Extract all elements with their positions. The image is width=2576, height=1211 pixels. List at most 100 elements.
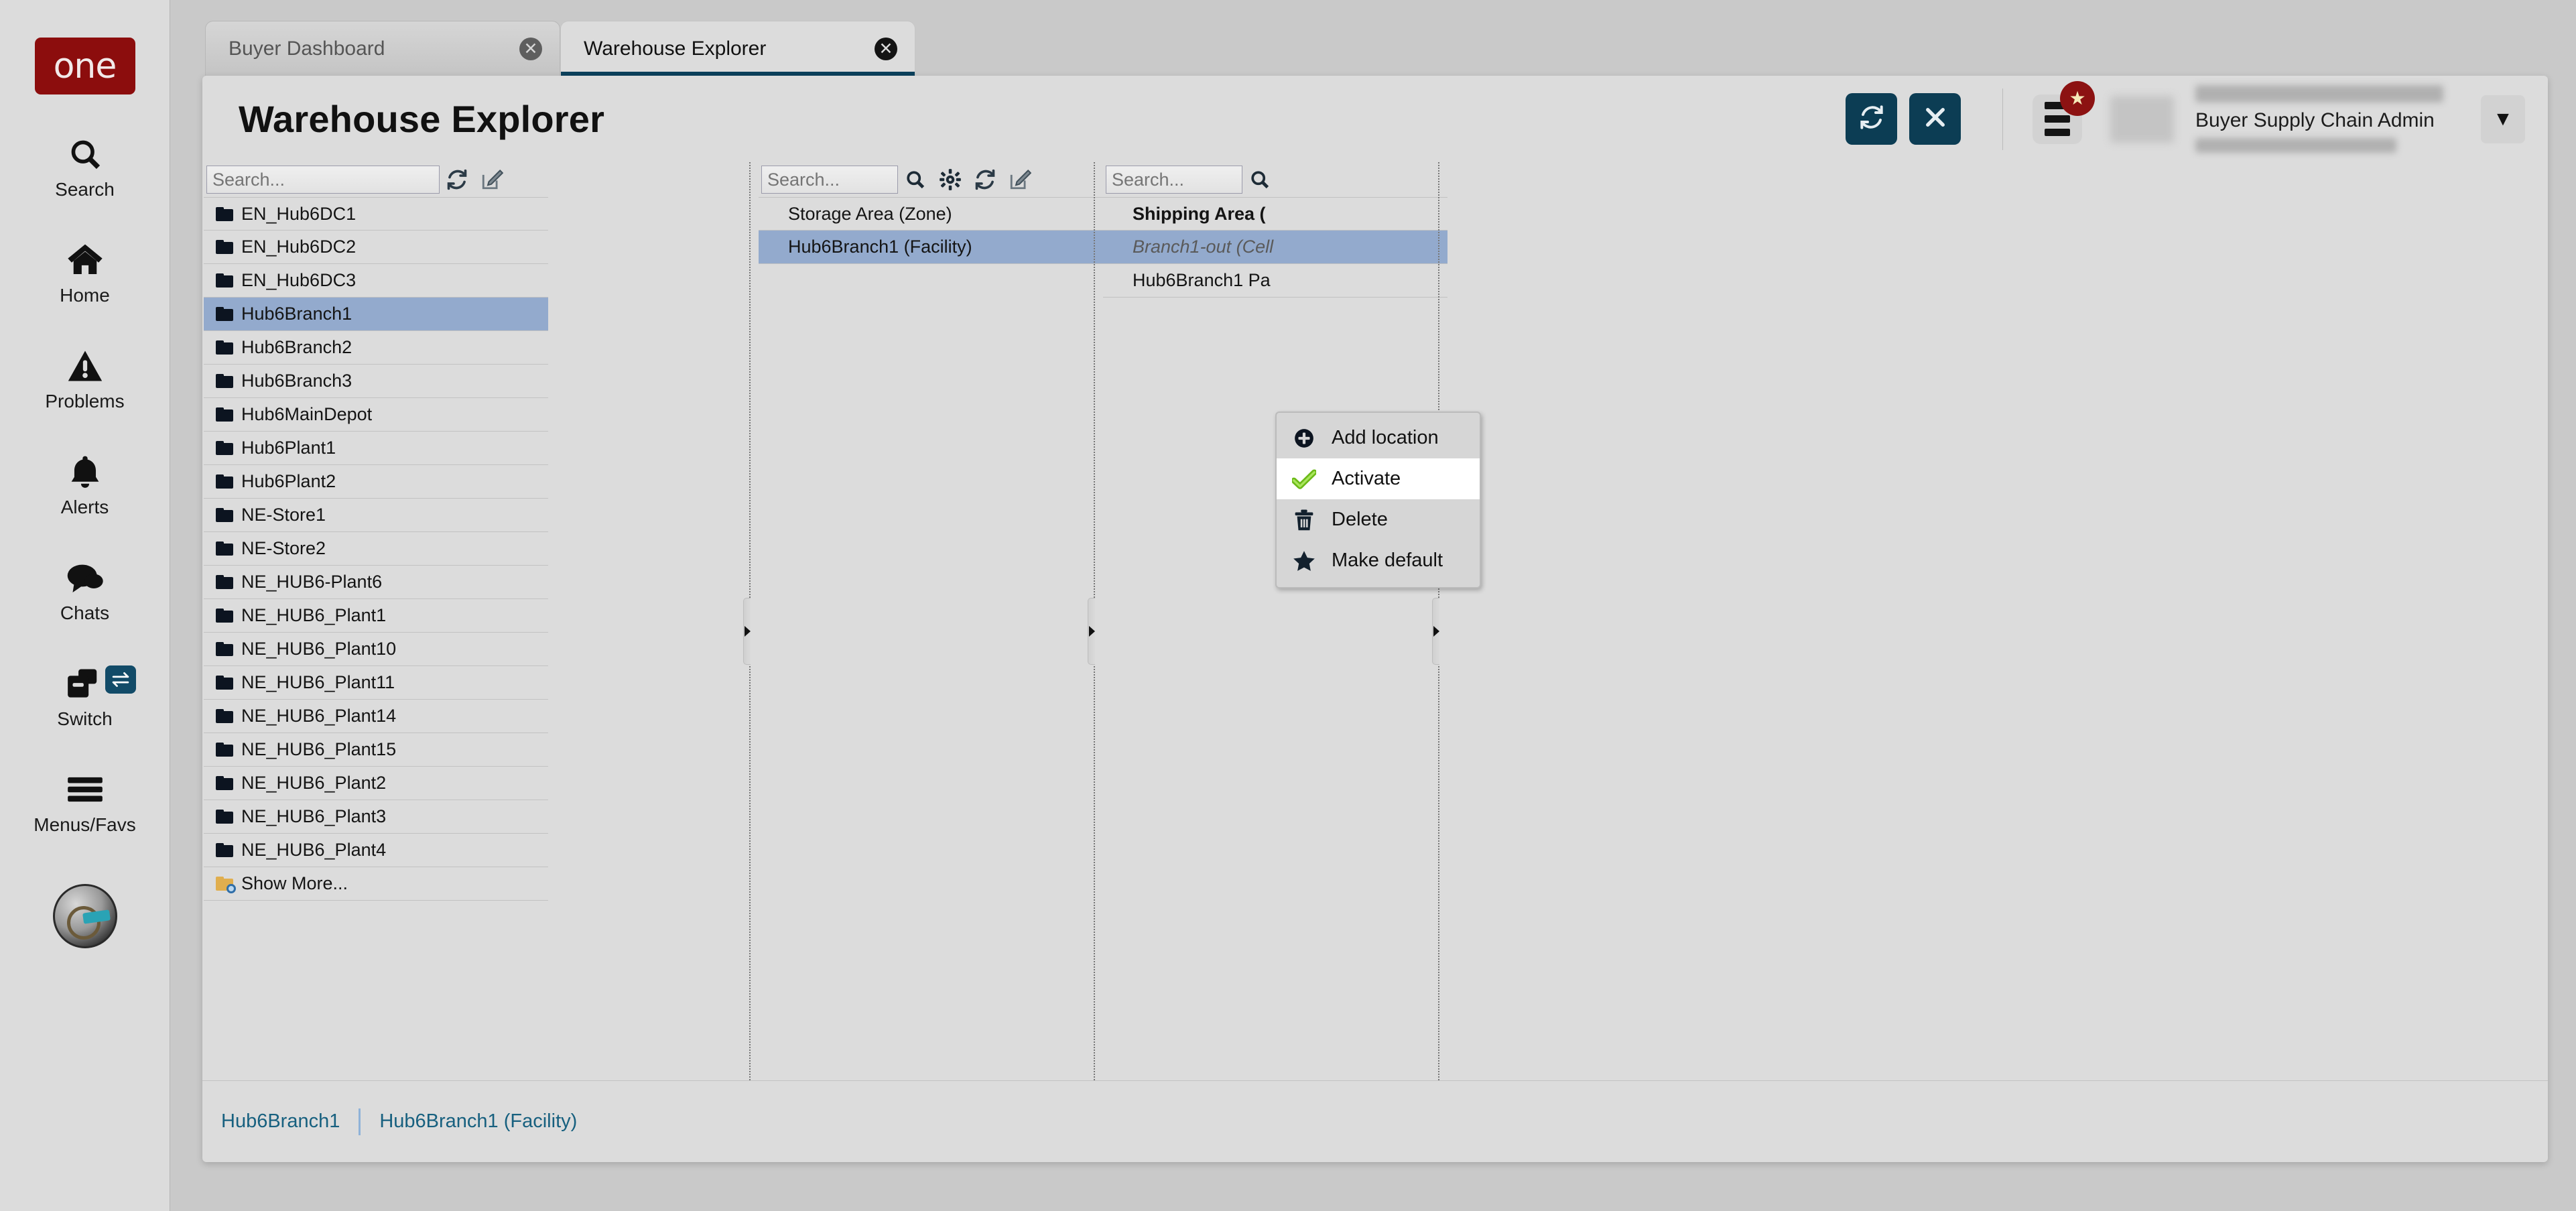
folder-icon: [216, 374, 233, 388]
page-header: Warehouse Explorer: [202, 76, 2548, 162]
context-menu-item-delete[interactable]: Delete: [1277, 499, 1480, 540]
edit-pencil-icon[interactable]: [474, 165, 509, 194]
breadcrumb-item[interactable]: Hub6Branch1: [221, 1110, 340, 1133]
warning-triangle-icon: [67, 345, 103, 387]
sidebar-item-label: Home: [60, 285, 110, 306]
user-menu-button[interactable]: ▼: [2481, 95, 2525, 143]
list-item[interactable]: NE_HUB6_Plant11: [204, 666, 548, 700]
splitter-1[interactable]: [749, 162, 758, 1080]
list-item[interactable]: EN_Hub6DC1: [204, 197, 548, 231]
list-item-label: Branch1-out (Cell: [1133, 237, 1273, 257]
brand-logo[interactable]: one: [35, 38, 135, 94]
sidebar-item-home[interactable]: Home: [0, 239, 170, 306]
search-icon[interactable]: [898, 165, 933, 194]
splitter-grip-icon[interactable]: [1432, 598, 1439, 665]
list-item[interactable]: Hub6MainDepot: [204, 398, 548, 432]
tab-buyer-dashboard[interactable]: Buyer Dashboard ✕: [205, 21, 560, 76]
list-item[interactable]: Hub6Branch1 Pa: [1103, 264, 1449, 298]
sidebar-item-problems[interactable]: Problems: [0, 345, 170, 412]
splitter-3[interactable]: [1438, 162, 1447, 1080]
column-toolbar: [1103, 162, 1449, 197]
home-icon: [66, 239, 104, 281]
list-item[interactable]: NE_HUB6-Plant6: [204, 566, 548, 599]
splitter-grip-icon[interactable]: [743, 598, 751, 665]
list-item[interactable]: NE_HUB6_Plant10: [204, 633, 548, 666]
swap-arrows-icon[interactable]: [105, 665, 136, 694]
breadcrumb-item[interactable]: Hub6Branch1 (Facility): [379, 1110, 577, 1133]
list-item-label: NE_HUB6_Plant10: [241, 639, 396, 659]
list-item[interactable]: Hub6Branch1 (Facility): [759, 231, 1104, 264]
gear-icon[interactable]: [933, 165, 968, 194]
sidebar-item-search[interactable]: Search: [0, 133, 170, 200]
context-menu-item-make-default[interactable]: Make default: [1277, 540, 1480, 581]
sidebar-item-label: Problems: [45, 391, 124, 412]
context-menu-item-label: Delete: [1332, 509, 1388, 531]
search-input[interactable]: [761, 166, 898, 194]
search-input[interactable]: [1106, 166, 1242, 194]
menu-list-icon: [2045, 115, 2070, 123]
list-item[interactable]: Show More...: [204, 867, 548, 901]
detail-column: [1447, 162, 2547, 1080]
list-item-label: Hub6Branch2: [241, 337, 352, 358]
context-menu-item-activate[interactable]: Activate: [1277, 458, 1480, 499]
splitter-grip-icon[interactable]: [1088, 598, 1095, 665]
list-item[interactable]: Hub6Plant1: [204, 432, 548, 465]
list-item[interactable]: NE_HUB6_Plant14: [204, 700, 548, 733]
refresh-icon[interactable]: [440, 165, 474, 194]
avatar[interactable]: [2110, 96, 2174, 143]
ai-assistant-avatar[interactable]: [53, 884, 117, 948]
chat-bubble-icon: [66, 557, 104, 598]
refresh-button[interactable]: [1846, 93, 1897, 145]
list-item[interactable]: Shipping Area (: [1103, 197, 1449, 231]
locations-list: EN_Hub6DC1EN_Hub6DC2EN_Hub6DC3 Hub6Branch…: [204, 197, 548, 901]
folder-icon: [216, 642, 233, 656]
menus-favs-button[interactable]: ★: [2033, 94, 2082, 144]
folder-icon: [216, 307, 233, 321]
list-item-label: Hub6Branch1 Pa: [1133, 270, 1271, 291]
list-item[interactable]: NE_HUB6_Plant15: [204, 733, 548, 767]
list-item[interactable]: Hub6Branch3: [204, 365, 548, 398]
list-item-label: NE_HUB6_Plant3: [241, 806, 386, 827]
folder-icon: [216, 776, 233, 790]
list-item[interactable]: NE-Store2: [204, 532, 548, 566]
refresh-icon[interactable]: [968, 165, 1003, 194]
list-item[interactable]: NE_HUB6_Plant2: [204, 767, 548, 800]
folder-icon: [216, 340, 233, 355]
list-item[interactable]: EN_Hub6DC2: [204, 231, 548, 264]
close-circle-icon[interactable]: ✕: [875, 38, 897, 60]
list-item-label: NE_HUB6_Plant1: [241, 605, 386, 626]
splitter-2[interactable]: [1094, 162, 1102, 1080]
list-item[interactable]: Branch1-out (Cell: [1103, 231, 1449, 264]
folder-icon: [216, 273, 233, 288]
sidebar-item-switch[interactable]: Switch: [0, 663, 170, 730]
list-item-label: NE-Store2: [241, 538, 326, 559]
list-item-label: NE_HUB6-Plant6: [241, 572, 382, 592]
list-item-label: Hub6Branch1: [241, 304, 352, 324]
sidebar-item-menus-favs[interactable]: Menus/Favs: [0, 769, 170, 836]
list-item[interactable]: Hub6Plant2: [204, 465, 548, 499]
list-item[interactable]: EN_Hub6DC3: [204, 264, 548, 298]
sidebar-item-alerts[interactable]: Alerts: [0, 451, 170, 518]
tab-warehouse-explorer[interactable]: Warehouse Explorer ✕: [560, 21, 915, 76]
sidebar-item-chats[interactable]: Chats: [0, 557, 170, 624]
edit-pencil-icon[interactable]: [1003, 165, 1037, 194]
close-circle-icon[interactable]: ✕: [519, 38, 542, 60]
tab-label: Buyer Dashboard: [229, 38, 385, 60]
list-item[interactable]: NE_HUB6_Plant1: [204, 599, 548, 633]
context-menu-item-add-location[interactable]: Add location: [1277, 418, 1480, 458]
folder-icon: [216, 541, 233, 556]
list-item[interactable]: NE_HUB6_Plant4: [204, 834, 548, 867]
list-item[interactable]: Hub6Branch2: [204, 331, 548, 365]
close-page-button[interactable]: [1909, 93, 1961, 145]
list-item[interactable]: NE_HUB6_Plant3: [204, 800, 548, 834]
list-item[interactable]: Hub6Branch1: [204, 298, 548, 331]
list-item-label: Hub6Branch1 (Facility): [788, 237, 972, 257]
sidebar-item-label: Menus/Favs: [34, 814, 136, 836]
list-item[interactable]: Storage Area (Zone): [759, 197, 1104, 231]
folder-icon: [216, 508, 233, 522]
list-item-label: NE_HUB6_Plant4: [241, 840, 386, 861]
list-item-label: Hub6Plant2: [241, 471, 336, 492]
search-input[interactable]: [206, 166, 440, 194]
list-item[interactable]: NE-Store1: [204, 499, 548, 532]
search-icon[interactable]: [1242, 165, 1277, 194]
